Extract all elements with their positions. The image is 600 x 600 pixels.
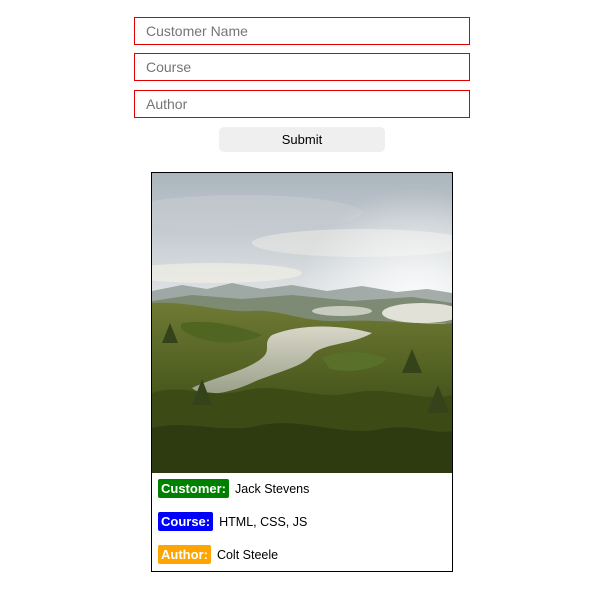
customer-row: Customer: Jack Stevens [158, 479, 309, 498]
course-card: Customer: Jack Stevens Course: HTML, CSS… [151, 172, 453, 572]
course-value: HTML, CSS, JS [219, 514, 308, 529]
submit-button[interactable]: Submit [219, 127, 385, 152]
customer-name-input[interactable] [134, 17, 470, 45]
author-input[interactable] [134, 90, 470, 118]
author-badge: Author: [158, 545, 211, 564]
course-row: Course: HTML, CSS, JS [158, 512, 307, 531]
course-input[interactable] [134, 53, 470, 81]
customer-badge: Customer: [158, 479, 230, 498]
author-row: Author: Colt Steele [158, 545, 278, 564]
card-image [152, 173, 452, 473]
course-badge: Course: [158, 512, 214, 531]
author-value: Colt Steele [216, 547, 279, 562]
customer-value: Jack Stevens [235, 481, 310, 496]
